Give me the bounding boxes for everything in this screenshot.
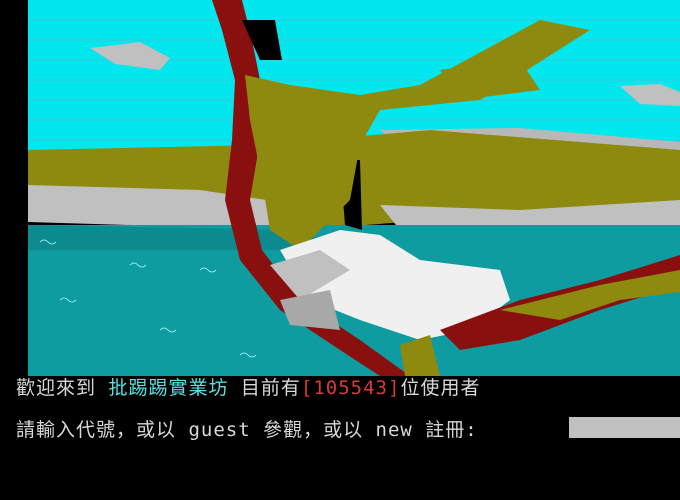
login-prompt: 請輸入代號，或以 guest 參觀，或以 new 註冊:: [16, 419, 491, 441]
user-count: [105543]: [300, 377, 401, 399]
welcome-middle: 目前有: [228, 377, 301, 399]
welcome-suffix: 位使用者: [400, 377, 481, 399]
login-id-input[interactable]: [569, 417, 680, 438]
login-line: 請輸入代號，或以 guest 參觀，或以 new 註冊:: [16, 415, 490, 442]
welcome-prefix: 歡迎來到: [16, 377, 109, 399]
ansi-banner-art: [0, 0, 680, 376]
site-name: 批踢踢實業坊: [108, 377, 229, 399]
welcome-line: 歡迎來到 批踢踢實業坊 目前有[105543]位使用者: [16, 373, 480, 400]
